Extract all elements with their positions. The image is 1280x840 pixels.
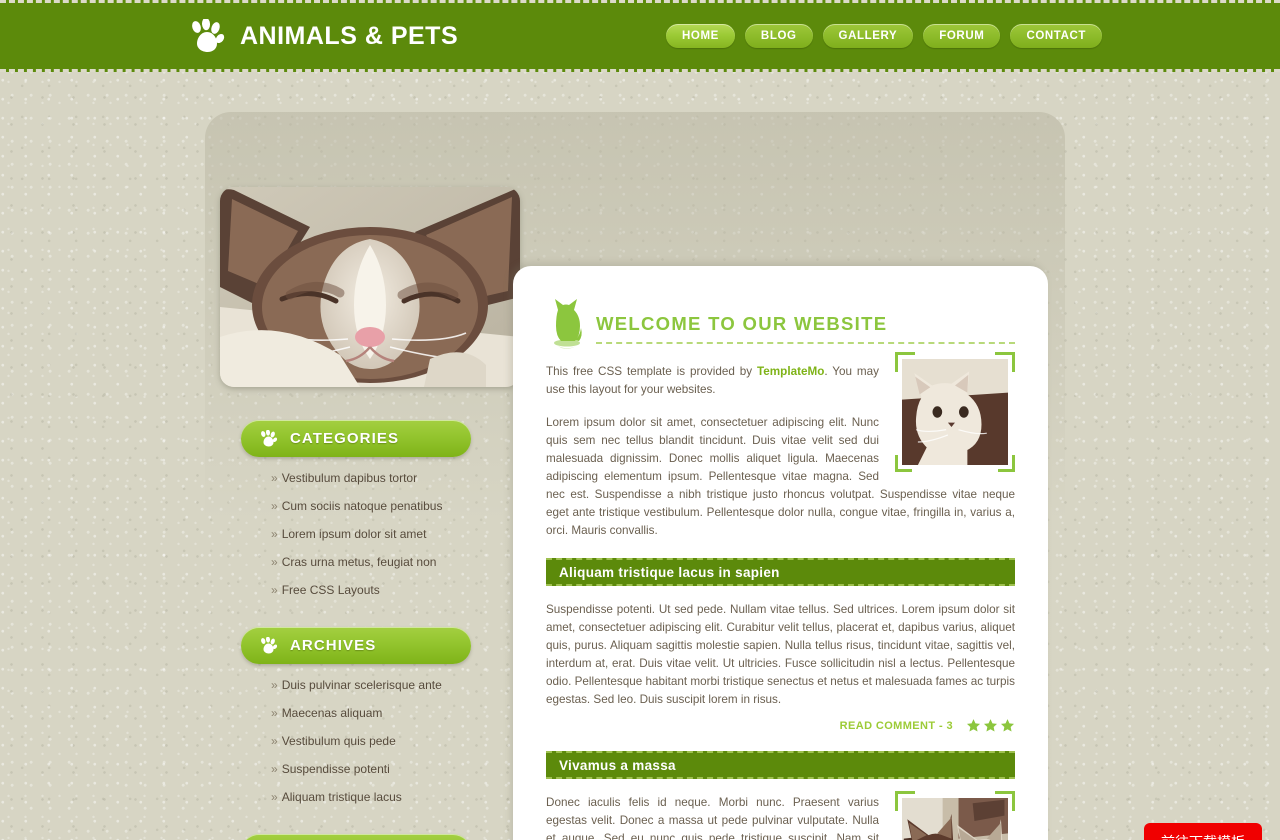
sleeping-kitten-photo [220, 187, 520, 387]
bullet-icon: » [271, 527, 278, 541]
bullet-icon: » [271, 499, 278, 513]
star-icon [983, 719, 998, 732]
post-body-aliquam: Suspendisse potenti. Ut sed pede. Nullam… [546, 603, 1015, 706]
nav-item-home[interactable]: HOME [666, 24, 735, 48]
sidebar-link-label: Lorem ipsum dolor sit amet [281, 527, 427, 541]
list-item: » Duis pulvinar scelerisque ante [271, 675, 471, 695]
sidebar: CATEGORIES » Vestibulum dapibus tortor » C… [241, 420, 471, 840]
list-item: » Aliquam tristique lacus [271, 787, 471, 807]
cat-silhouette-icon [554, 299, 582, 349]
frame-corner-icon [998, 455, 1015, 472]
sidebar-list-archives: » Duis pulvinar scelerisque ante » Maecena… [241, 675, 471, 807]
sidebar-link[interactable]: » Cras urna metus, feugiat non [271, 552, 436, 572]
section-bar-aliquam: Aliquam tristique lacus in sapien [546, 558, 1015, 586]
bullet-icon: » [271, 790, 278, 804]
sidebar-header-categories: CATEGORIES [241, 420, 471, 457]
frame-corner-icon [895, 455, 912, 472]
sidebar-link[interactable]: » Maecenas aliquam [271, 703, 382, 723]
brand-title: ANIMALS & PETS [240, 21, 459, 50]
nav-item-blog[interactable]: BLOG [744, 24, 813, 48]
nav-item-contact[interactable]: CONTACT [1010, 24, 1102, 48]
sidebar-link-label: Duis pulvinar scelerisque ante [281, 678, 442, 692]
list-item: » Free CSS Layouts [271, 580, 471, 600]
welcome-title-wrap: WELCOME TO OUR WEBSITE [596, 313, 1015, 348]
rating-stars[interactable] [966, 718, 1015, 733]
welcome-photo-frame [895, 352, 1015, 472]
post-meta-aliquam: READ COMMENT - 3 [546, 718, 1015, 733]
sidebar-list-categories: » Vestibulum dapibus tortor » Cum sociis n… [241, 468, 471, 600]
paw-print-icon [261, 637, 278, 654]
sidebar-link[interactable]: » Lorem ipsum dolor sit amet [271, 524, 426, 544]
banner-image [220, 187, 520, 387]
read-comment-link[interactable]: READ COMMENT - 3 [840, 720, 953, 732]
vivamus-photo-frame [895, 791, 1015, 840]
bullet-icon: » [271, 583, 278, 597]
sidebar-header-archives: ARCHIVES [241, 627, 471, 664]
sidebar-title: ARCHIVES [290, 637, 377, 654]
section-bar-vivamus: Vivamus a massa [546, 751, 1015, 779]
paw-print-icon [261, 430, 278, 447]
bullet-icon: » [271, 706, 278, 720]
page-title: WELCOME TO OUR WEBSITE [596, 313, 888, 334]
sidebar-link-label: Aliquam tristique lacus [281, 790, 402, 804]
list-item: » Cras urna metus, feugiat non [271, 552, 471, 572]
sidebar-link[interactable]: » Vestibulum dapibus tortor [271, 468, 417, 488]
bullet-icon: » [271, 734, 278, 748]
list-item: » Suspendisse potenti [271, 759, 471, 779]
section-title: Vivamus a massa [559, 757, 676, 773]
sidebar-link[interactable]: » Aliquam tristique lacus [271, 787, 402, 807]
templatemo-link[interactable]: TemplateMo [757, 365, 824, 378]
white-cat-photo [902, 359, 1008, 465]
sidebar-title: CATEGORIES [290, 430, 400, 447]
sidebar-link-label: Cum sociis natoque penatibus [281, 499, 443, 513]
intro-text-before: This free CSS template is provided by [546, 365, 758, 378]
section-title: Aliquam tristique lacus in sapien [559, 564, 780, 580]
sidebar-link[interactable]: » Duis pulvinar scelerisque ante [271, 675, 442, 695]
nav-item-gallery[interactable]: GALLERY [822, 24, 914, 48]
star-icon [1000, 719, 1015, 732]
list-item: » Lorem ipsum dolor sit amet [271, 524, 471, 544]
title-divider [596, 342, 1015, 344]
main-content-panel: WELCOME TO OUR WEBSITE This free CSS tem… [513, 266, 1048, 840]
list-item: » Cum sociis natoque penatibus [271, 496, 471, 516]
paw-print-icon [192, 19, 225, 52]
list-item: » Vestibulum quis pede [271, 731, 471, 751]
two-cats-photo [902, 798, 1008, 840]
brand-logo[interactable]: ANIMALS & PETS [188, 19, 458, 53]
site-header: ANIMALS & PETS HOME BLOG GALLERY FORUM C… [0, 0, 1280, 72]
sidebar-block-archives: ARCHIVES » Duis pulvinar scelerisque ante… [241, 627, 471, 807]
welcome-header: WELCOME TO OUR WEBSITE [546, 266, 1015, 349]
page-body: CATEGORIES » Vestibulum dapibus tortor » C… [0, 72, 1280, 840]
bullet-icon: » [271, 471, 278, 485]
sidebar-link[interactable]: » Free CSS Layouts [271, 580, 380, 600]
bullet-icon: » [271, 762, 278, 776]
sidebar-link-label: Suspendisse potenti [281, 762, 390, 776]
list-item: » Vestibulum dapibus tortor [271, 468, 471, 488]
sidebar-link-label: Cras urna metus, feugiat non [281, 555, 437, 569]
main-navigation: HOME BLOG GALLERY FORUM CONTACT [666, 24, 1102, 48]
bullet-icon: » [271, 678, 278, 692]
sidebar-link[interactable]: » Vestibulum quis pede [271, 731, 396, 751]
sidebar-link-label: Vestibulum dapibus tortor [281, 471, 418, 485]
sidebar-link-label: Free CSS Layouts [281, 583, 380, 597]
sidebar-link-label: Vestibulum quis pede [281, 734, 396, 748]
sidebar-link[interactable]: » Suspendisse potenti [271, 759, 390, 779]
bullet-icon: » [271, 555, 278, 569]
sidebar-header-quick-links: QUICK LINKS [241, 834, 471, 840]
download-template-button[interactable]: 前往下载模板 [1144, 823, 1262, 840]
sidebar-block-quick-links: QUICK LINKS »Web Design & Development »F… [241, 834, 471, 840]
star-icon [966, 719, 981, 732]
sidebar-link[interactable]: » Cum sociis natoque penatibus [271, 496, 442, 516]
sidebar-link-label: Maecenas aliquam [281, 706, 383, 720]
sidebar-block-categories: CATEGORIES » Vestibulum dapibus tortor » C… [241, 420, 471, 600]
list-item: » Maecenas aliquam [271, 703, 471, 723]
nav-item-forum[interactable]: FORUM [923, 24, 1001, 48]
